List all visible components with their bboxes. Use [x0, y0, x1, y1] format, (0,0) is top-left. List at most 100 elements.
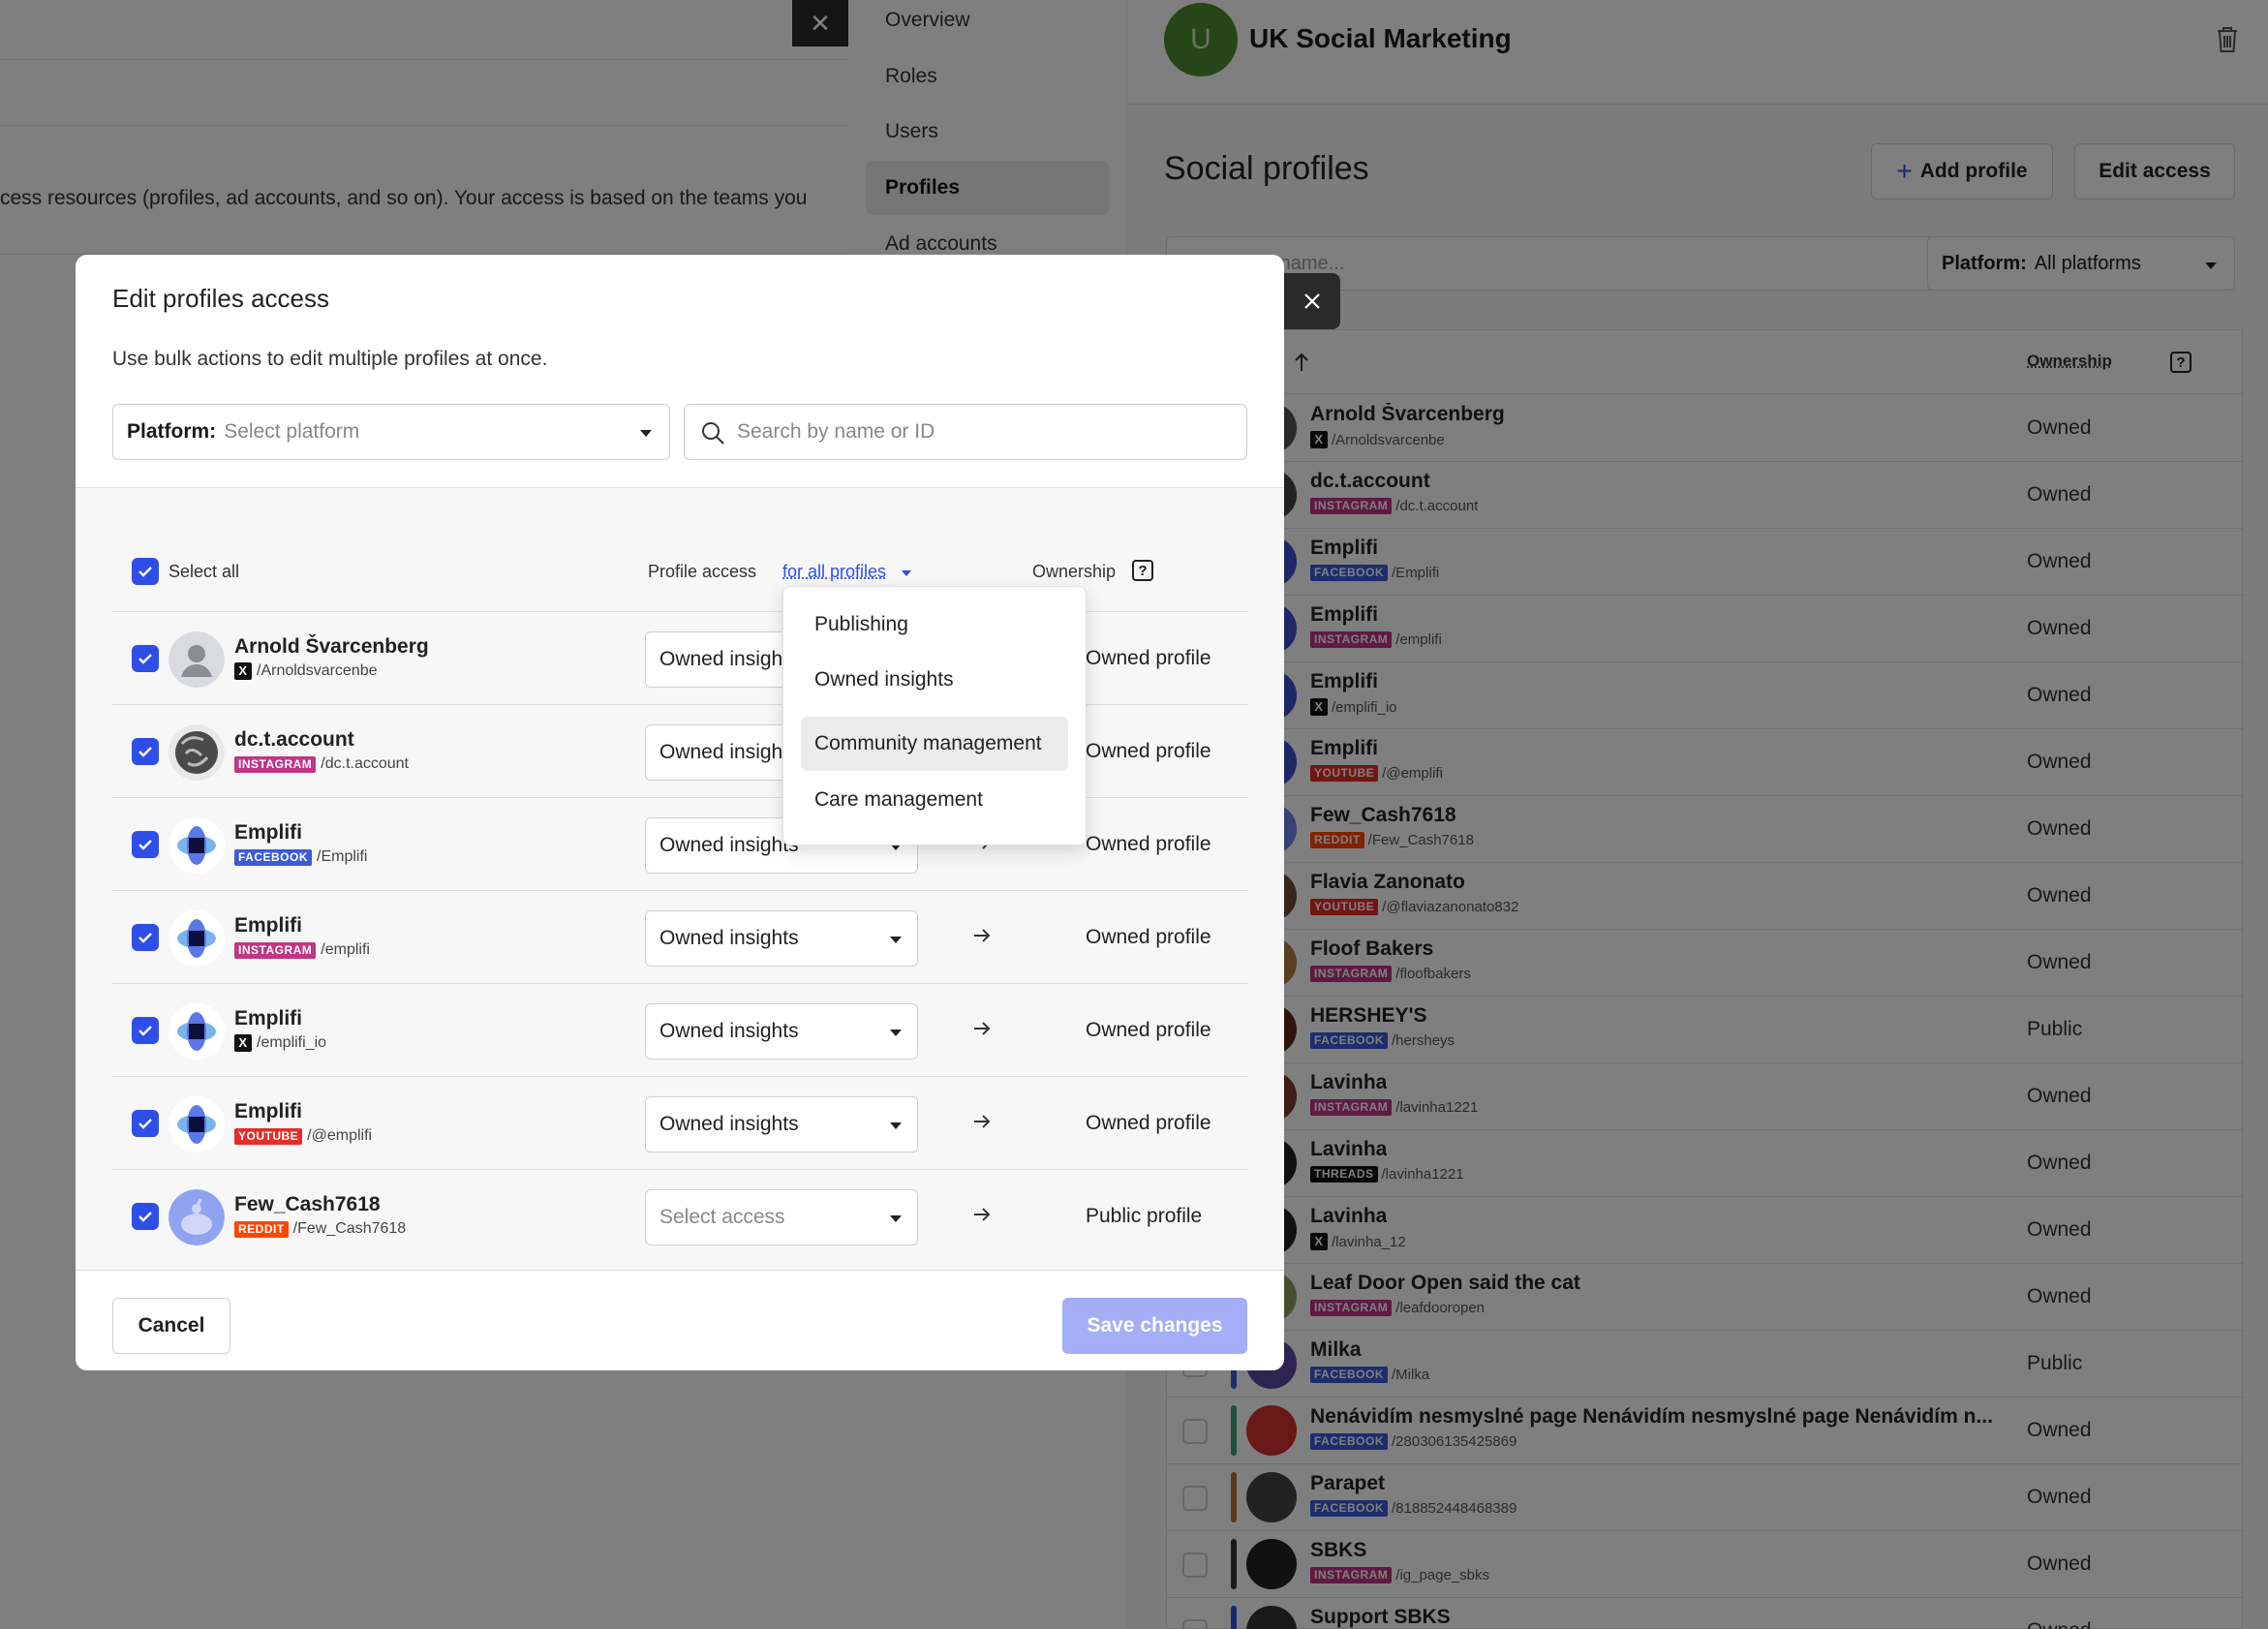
access-value: Owned insights	[659, 1113, 799, 1135]
avatar	[169, 724, 225, 781]
row-checkbox[interactable]	[132, 1017, 159, 1044]
checkmark-icon	[138, 654, 152, 664]
for-all-profiles-link[interactable]: for all profiles	[782, 562, 886, 582]
access-value: Select access	[659, 1206, 785, 1228]
search-input[interactable]: Search by name or ID	[684, 404, 1247, 460]
profile-handle: /Arnoldsvarcenbe	[257, 662, 378, 679]
access-value: Owned insights	[659, 741, 799, 763]
profile-meta: FACEBOOK/Emplifi	[234, 848, 367, 866]
ownership-value: Public profile	[1086, 1205, 1203, 1227]
close-dialog-button[interactable]	[1284, 273, 1340, 329]
access-select[interactable]: Owned insights	[645, 1003, 918, 1060]
checkmark-icon	[138, 840, 152, 850]
profile-name: Emplifi	[234, 821, 303, 844]
profile-handle: /dc.t.account	[321, 755, 409, 772]
platform-select[interactable]: Platform: Select platform	[112, 404, 670, 460]
checkmark-icon	[138, 567, 152, 577]
chevron-down-icon	[890, 1030, 902, 1036]
edit-profiles-access-dialog: Edit profiles access Use bulk actions to…	[76, 255, 1284, 1370]
dialog-title: Edit profiles access	[112, 284, 329, 313]
profile-handle: /emplifi_io	[257, 1034, 327, 1051]
save-changes-button[interactable]: Save changes	[1062, 1298, 1247, 1354]
profile-name: Arnold Švarcenberg	[234, 635, 429, 658]
close-icon	[1304, 293, 1320, 309]
profile-meta: INSTAGRAM/dc.t.account	[234, 755, 409, 773]
access-select[interactable]: Select access	[645, 1189, 918, 1245]
search-placeholder: Search by name or ID	[737, 420, 935, 443]
platform-badge: REDDIT	[234, 1220, 289, 1238]
profile-meta: X/emplifi_io	[234, 1034, 326, 1052]
search-icon	[702, 422, 724, 445]
dialog-description: Use bulk actions to edit multiple profil…	[112, 348, 548, 370]
ownership-value: Owned profile	[1086, 926, 1211, 948]
profile-name: dc.t.account	[234, 728, 354, 751]
select-all-label: Select all	[169, 562, 240, 581]
profiles-list: Select all Profile access for all profil…	[76, 488, 1284, 1270]
platform-placeholder: Select platform	[224, 420, 360, 443]
profile-handle: /emplifi	[321, 941, 370, 958]
profile-name: Emplifi	[234, 1100, 303, 1122]
platform-badge: FACEBOOK	[234, 848, 313, 866]
access-value: Owned insights	[659, 927, 799, 949]
menu-item-owned-insights[interactable]: Owned insights	[801, 653, 1068, 707]
checkmark-icon	[138, 1212, 152, 1222]
list-item: Few_Cash7618 REDDIT/Few_Cash7618 Select ac…	[112, 1169, 1247, 1262]
checkmark-icon	[138, 1119, 152, 1129]
arrow-right-icon	[974, 929, 991, 942]
ownership-value: Owned profile	[1086, 647, 1211, 669]
platform-badge: X	[234, 662, 252, 680]
checkmark-icon	[138, 933, 152, 943]
menu-item-publishing[interactable]: Publishing	[801, 598, 1068, 652]
checkmark-icon	[138, 1026, 152, 1036]
profile-name: Emplifi	[234, 1007, 303, 1030]
profile-handle: /Emplifi	[317, 848, 368, 865]
ownership-value: Owned profile	[1086, 740, 1211, 762]
arrow-right-icon	[974, 1208, 991, 1221]
profile-name: Emplifi	[234, 914, 303, 937]
avatar	[169, 910, 225, 967]
avatar	[169, 1003, 225, 1060]
row-checkbox[interactable]	[132, 1110, 159, 1137]
arrow-right-icon	[974, 1022, 991, 1035]
profile-access-header: Profile access	[648, 562, 757, 581]
row-checkbox[interactable]	[132, 645, 159, 672]
profile-meta: INSTAGRAM/emplifi	[234, 941, 370, 959]
cancel-button[interactable]: Cancel	[112, 1298, 230, 1354]
dialog-footer: Cancel Save changes	[76, 1270, 1284, 1370]
menu-item-community-management[interactable]: Community management	[801, 717, 1068, 771]
row-checkbox[interactable]	[132, 1203, 159, 1230]
profile-meta: X/Arnoldsvarcenbe	[234, 662, 378, 680]
list-item: Emplifi X/emplifi_io Owned insights Owned p…	[112, 983, 1247, 1076]
row-checkbox[interactable]	[132, 924, 159, 951]
access-value: Owned insights	[659, 648, 799, 670]
help-icon[interactable]: ?	[1132, 560, 1153, 581]
platform-badge: X	[234, 1034, 252, 1052]
profile-handle: /Few_Cash7618	[292, 1220, 407, 1237]
menu-item-care-management[interactable]: Care management	[801, 773, 1068, 827]
profile-meta: YOUTUBE/@emplifi	[234, 1127, 372, 1145]
ownership-value: Owned profile	[1086, 1019, 1211, 1041]
platform-badge: YOUTUBE	[234, 1127, 303, 1145]
row-checkbox[interactable]	[132, 831, 159, 858]
access-value: Owned insights	[659, 1020, 799, 1042]
profile-name: Few_Cash7618	[234, 1193, 381, 1215]
list-item: Emplifi INSTAGRAM/emplifi Owned insights Ow…	[112, 890, 1247, 983]
access-value: Owned insights	[659, 834, 799, 856]
checkmark-icon	[138, 747, 152, 757]
access-select[interactable]: Owned insights	[645, 1096, 918, 1153]
row-checkbox[interactable]	[132, 738, 159, 765]
ownership-value: Owned profile	[1086, 1112, 1211, 1134]
chevron-down-icon	[902, 570, 911, 576]
avatar	[169, 1189, 225, 1245]
profile-meta: REDDIT/Few_Cash7618	[234, 1220, 406, 1238]
platform-badge: INSTAGRAM	[234, 941, 317, 959]
select-all-checkbox[interactable]	[132, 558, 159, 585]
chevron-down-icon	[890, 937, 902, 943]
access-select[interactable]: Owned insights	[645, 910, 918, 967]
access-dropdown-menu: Publishing Owned insights Community mana…	[782, 586, 1087, 845]
chevron-down-icon	[890, 1122, 902, 1129]
chevron-down-icon	[640, 430, 652, 437]
ownership-value: Owned profile	[1086, 833, 1211, 855]
ownership-header: Ownership	[1032, 562, 1117, 581]
profile-handle: /@emplifi	[307, 1127, 373, 1144]
